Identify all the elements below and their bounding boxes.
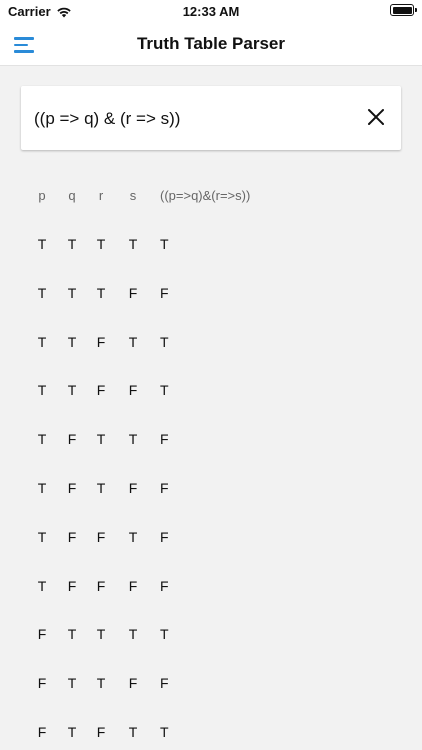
table-row: FTTTT [30, 624, 390, 673]
header-p: p [38, 188, 46, 203]
variable-cell: T [67, 675, 77, 692]
variable-cell: T [37, 333, 47, 350]
result-cell: T [160, 723, 169, 740]
variable-cell: F [96, 528, 106, 545]
variable-cell: T [37, 479, 47, 496]
variable-cell: T [96, 479, 106, 496]
battery-icon [390, 4, 417, 16]
table-header-row: p q r s ((p=>q)&(r=>s)) [30, 186, 390, 234]
battery-level [392, 6, 412, 14]
result-cell: F [160, 528, 169, 545]
variable-cell: T [96, 626, 106, 643]
variable-cell: T [67, 284, 77, 301]
result-cell: T [160, 236, 169, 252]
header-expression: ((p=>q)&(r=>s)) [160, 188, 251, 203]
variable-cell: F [96, 723, 106, 740]
variable-cell: T [96, 675, 106, 692]
variable-cell: F [128, 675, 138, 692]
table-row: TFTTF [30, 429, 390, 478]
variable-cell: T [67, 236, 77, 252]
header-q: q [68, 188, 76, 203]
variable-cell: T [67, 333, 77, 350]
variable-cell: T [96, 284, 106, 301]
table-row: TFFTF [30, 527, 390, 576]
result-cell: F [160, 479, 169, 496]
variable-cell: F [37, 723, 47, 740]
variable-cell: T [37, 382, 47, 399]
app-root: Carrier 12:33 AM Truth Table Parser ((p … [0, 0, 422, 750]
variable-cell: T [37, 236, 47, 252]
header-r: r [98, 188, 104, 203]
table-row: TTTFF [30, 283, 390, 332]
variable-cell: F [37, 675, 47, 692]
result-cell: T [160, 626, 169, 643]
expression-input[interactable] [34, 106, 354, 132]
variable-cell: T [67, 723, 77, 740]
variable-cell: F [128, 479, 138, 496]
table-row: TTFTT [30, 332, 390, 381]
variable-cell: T [67, 382, 77, 399]
variable-cell: F [96, 577, 106, 594]
truth-table: p q r s ((p=>q)&(r=>s)) T T T T T T T T F F T T F T T T… [30, 186, 390, 750]
variable-cell: T [128, 431, 138, 448]
status-time: 12:33 AM [182, 4, 240, 19]
table-row: FTFTT [30, 722, 390, 750]
variable-cell: F [37, 626, 47, 643]
nav-bar: Truth Table Parser [0, 24, 422, 66]
table-row: TFTFF [30, 478, 390, 527]
expression-card [21, 86, 401, 150]
close-icon[interactable] [367, 108, 385, 126]
status-bar: Carrier 12:33 AM [0, 0, 422, 24]
table-row: FTTFF [30, 673, 390, 722]
variable-cell: T [37, 528, 47, 545]
variable-cell: T [128, 626, 138, 643]
status-right [390, 4, 417, 16]
result-cell: F [160, 577, 169, 594]
variable-cell: T [128, 236, 138, 252]
variable-cell: F [128, 284, 138, 301]
variable-cell: F [128, 382, 138, 399]
variable-cell: T [96, 431, 106, 448]
variable-cell: F [96, 382, 106, 399]
variable-cell: T [37, 284, 47, 301]
variable-cell: T [96, 236, 106, 252]
result-cell: F [160, 675, 169, 692]
variable-cell: F [67, 577, 77, 594]
table-row: TTTTT [30, 234, 390, 283]
result-cell: F [160, 431, 169, 448]
variable-cell: F [67, 431, 77, 448]
header-s: s [129, 188, 137, 203]
variable-cell: T [128, 333, 138, 350]
variable-cell: F [96, 333, 106, 350]
variable-cell: T [128, 528, 138, 545]
table-row: TTFFT [30, 380, 390, 429]
variable-cell: T [128, 723, 138, 740]
page-title: Truth Table Parser [136, 34, 285, 53]
variable-cell: T [37, 577, 47, 594]
variable-cell: F [128, 577, 138, 594]
table-row: TFFFF [30, 576, 390, 625]
variable-cell: F [67, 479, 77, 496]
variable-cell: F [67, 528, 77, 545]
result-cell: T [160, 333, 169, 350]
variable-cell: T [67, 626, 77, 643]
result-cell: F [160, 284, 169, 301]
variable-cell: T [37, 431, 47, 448]
result-cell: T [160, 382, 169, 399]
